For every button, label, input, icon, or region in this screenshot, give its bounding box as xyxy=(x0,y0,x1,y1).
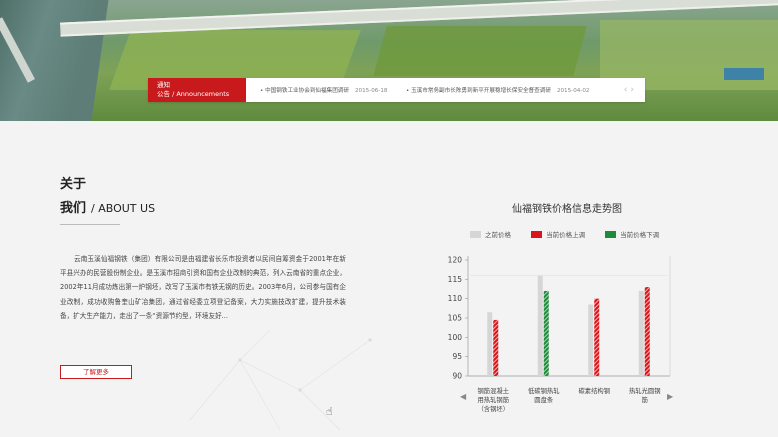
legend-item-down: 当前价格下调 xyxy=(605,229,659,239)
announcement-title: • 玉溪市常务副市长陈勇到新平开展稳增长保安全督查调研 xyxy=(406,88,551,94)
category-label: 热轧光圆钢 xyxy=(629,386,660,395)
price-chart: 90 95 100 105 110 115 120 钢筋混凝土用热轧钢筋（含钢坯） 低碳钢热轧圆… xyxy=(448,256,671,413)
bar-previous xyxy=(588,304,594,376)
category-label: 圆盘条 xyxy=(534,395,554,404)
learn-more-button[interactable]: 了解更多 xyxy=(60,365,132,379)
network-decoration-icon xyxy=(189,329,372,431)
bar-current-up xyxy=(644,287,650,376)
announcement-title: • 中国钢铁工业协会到仙福集团调研 xyxy=(260,88,349,94)
y-tick-label: 100 xyxy=(448,333,463,342)
category-label: 用热轧钢筋 xyxy=(478,395,509,404)
bar-previous xyxy=(537,275,543,376)
bar-previous xyxy=(487,312,493,376)
category-label: 低碳钢热轧 xyxy=(528,386,559,395)
announcement-tag-cn: 通知 xyxy=(157,81,170,89)
legend-label: 当前价格上调 xyxy=(546,231,586,239)
hero-building xyxy=(724,68,764,80)
y-tick-label: 115 xyxy=(448,275,463,284)
legend-label: 之前价格 xyxy=(485,231,511,239)
announcement-arrows: ‹› xyxy=(624,85,637,95)
chart-title: 仙福钢铁价格信息走势图 xyxy=(512,204,622,215)
y-tick-label: 105 xyxy=(448,314,463,323)
legend-swatch xyxy=(605,231,617,238)
announcement-item[interactable]: • 中国钢铁工业协会到仙福集团调研 2015-06-18 xyxy=(260,86,388,94)
category-label: （含钢坯） xyxy=(478,404,509,413)
legend-label: 当前价格下调 xyxy=(620,231,660,239)
about-text: 云南玉溪仙福钢铁（集团）有限公司是由福建省长乐市投资者以民间自筹资金于2001年… xyxy=(60,255,346,320)
announcement-tag-label: 公告 / Announcements xyxy=(157,90,230,98)
chart-legend: 之前价格 当前价格上调 当前价格下调 xyxy=(470,229,677,239)
about-title-line1: 关于 xyxy=(60,177,87,192)
bar-current-down xyxy=(543,290,549,376)
announcement-item[interactable]: • 玉溪市常务副市长陈勇到新平开展稳增长保安全督查调研 2015-04-02 xyxy=(406,86,589,94)
hero-field xyxy=(373,26,587,76)
category-label: 钢筋混凝土 xyxy=(478,386,509,395)
about-divider xyxy=(60,224,120,225)
announcement-date: 2015-06-18 xyxy=(354,88,388,94)
y-tick-label: 120 xyxy=(448,256,463,265)
announcement-bar: 通知 公告 / Announcements • 中国钢铁工业协会到仙福集团调研 2… xyxy=(148,78,645,102)
bar-current-up xyxy=(594,298,600,376)
bar-current-up xyxy=(493,319,499,376)
y-tick-label: 95 xyxy=(452,352,462,361)
about-title-cn: 我们 xyxy=(60,201,87,216)
legend-item-previous: 之前价格 xyxy=(470,229,511,239)
legend-item-up: 当前价格上调 xyxy=(531,229,585,239)
about-title-en: / ABOUT US xyxy=(91,202,156,215)
legend-swatch xyxy=(470,231,481,238)
announcement-tag: 通知 公告 / Announcements xyxy=(148,78,246,102)
next-arrow-icon[interactable]: › xyxy=(630,85,637,95)
chart-prev-icon[interactable]: ◀ xyxy=(460,392,466,401)
about-title-line2: 我们 / ABOUT US xyxy=(60,197,155,216)
hand-cursor-icon: ☝ xyxy=(326,405,333,418)
chart-next-icon[interactable]: ▶ xyxy=(667,392,673,401)
category-label: 碳素结构钢 xyxy=(579,386,610,395)
category-label: 筋 xyxy=(642,395,648,404)
y-tick-label: 90 xyxy=(452,372,462,381)
announcement-date: 2015-04-02 xyxy=(556,88,590,94)
bar-previous xyxy=(638,290,644,376)
legend-swatch xyxy=(531,231,543,238)
hero-banner xyxy=(0,0,778,121)
y-tick-label: 110 xyxy=(448,294,463,303)
